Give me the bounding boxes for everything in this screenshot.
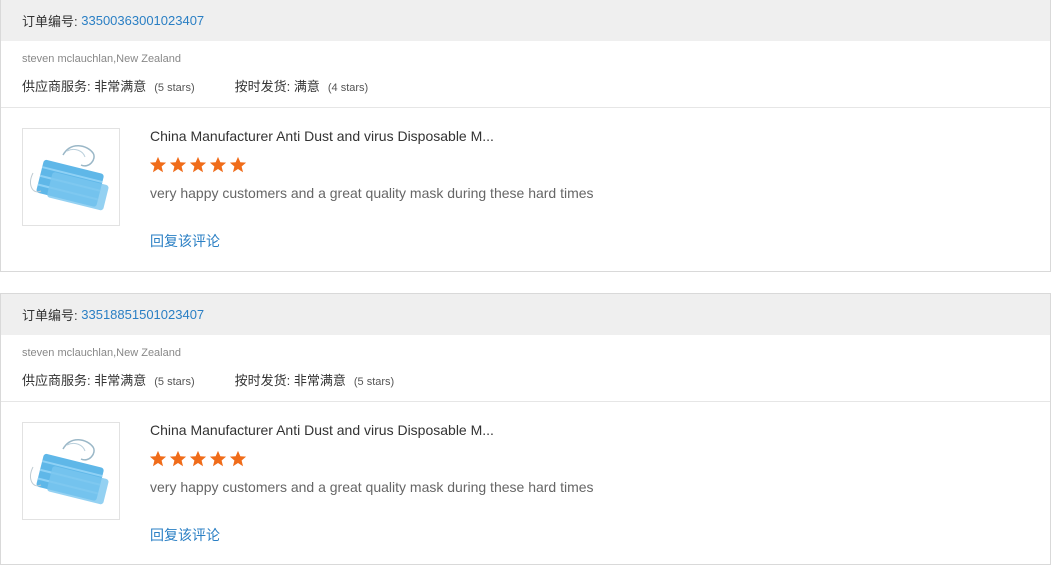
supplier-rating: 供应商服务: 非常满意 (5 stars)	[22, 76, 195, 95]
supplier-stars: (5 stars)	[154, 82, 195, 94]
supplier-value: 非常满意	[94, 373, 147, 388]
review-card: 订单编号: 33500363001023407 steven mclauchla…	[0, 0, 1051, 272]
shipping-value: 非常满意	[293, 373, 346, 388]
buyer-info: steven mclauchlan,New Zealand 供应商服务: 非常满…	[1, 335, 1050, 402]
mask-image	[30, 145, 109, 211]
review-comment: very happy customers and a great quality…	[150, 479, 594, 495]
product-title[interactable]: China Manufacturer Anti Dust and virus D…	[150, 128, 494, 144]
review-card: 订单编号: 33518851501023407 steven mclauchla…	[0, 293, 1051, 565]
star-icon	[189, 450, 207, 467]
product-review: China Manufacturer Anti Dust and virus D…	[1, 402, 1050, 564]
reply-review-link[interactable]: 回复该评论	[150, 231, 220, 251]
shipping-rating: 按时发货: 满意 (4 stars)	[235, 76, 369, 95]
product-thumbnail[interactable]	[22, 422, 120, 520]
supplier-label: 供应商服务:	[22, 373, 91, 388]
buyer-name: steven mclauchlan,New Zealand	[22, 347, 181, 359]
order-number-link[interactable]: 33518851501023407	[81, 307, 204, 322]
order-label: 订单编号:	[22, 308, 78, 323]
rating-stars	[149, 156, 247, 174]
order-bar: 订单编号: 33500363001023407	[1, 0, 1050, 41]
rating-stars	[149, 450, 247, 468]
service-ratings: 供应商服务: 非常满意 (5 stars) 按时发货: 满意 (4 stars)	[22, 76, 368, 95]
supplier-value: 非常满意	[94, 79, 147, 94]
star-icon	[229, 450, 247, 467]
star-icon	[209, 156, 227, 173]
star-icon	[169, 156, 187, 173]
star-icon	[169, 450, 187, 467]
service-ratings: 供应商服务: 非常满意 (5 stars) 按时发货: 非常满意 (5 star…	[22, 370, 394, 389]
buyer-name: steven mclauchlan,New Zealand	[22, 53, 181, 65]
product-review: China Manufacturer Anti Dust and virus D…	[1, 108, 1050, 270]
star-icon	[149, 156, 167, 173]
buyer-info: steven mclauchlan,New Zealand 供应商服务: 非常满…	[1, 41, 1050, 108]
star-icon	[189, 156, 207, 173]
shipping-stars: (4 stars)	[327, 82, 369, 94]
reply-review-link[interactable]: 回复该评论	[150, 525, 220, 545]
shipping-rating: 按时发货: 非常满意 (5 stars)	[235, 370, 395, 389]
star-icon	[229, 156, 247, 173]
supplier-rating: 供应商服务: 非常满意 (5 stars)	[22, 370, 195, 389]
order-bar: 订单编号: 33518851501023407	[1, 294, 1050, 335]
shipping-label: 按时发货:	[234, 373, 291, 388]
product-title[interactable]: China Manufacturer Anti Dust and virus D…	[150, 422, 494, 438]
review-comment: very happy customers and a great quality…	[150, 185, 594, 201]
supplier-stars: (5 stars)	[154, 376, 195, 388]
mask-image	[30, 439, 109, 505]
order-number-link[interactable]: 33500363001023407	[81, 13, 204, 28]
order-label: 订单编号:	[22, 14, 78, 29]
shipping-value: 满意	[293, 79, 320, 94]
star-icon	[209, 450, 227, 467]
shipping-label: 按时发货:	[234, 79, 291, 94]
product-thumbnail[interactable]	[22, 128, 120, 226]
shipping-stars: (5 stars)	[353, 376, 395, 388]
supplier-label: 供应商服务:	[22, 79, 91, 94]
star-icon	[149, 450, 167, 467]
